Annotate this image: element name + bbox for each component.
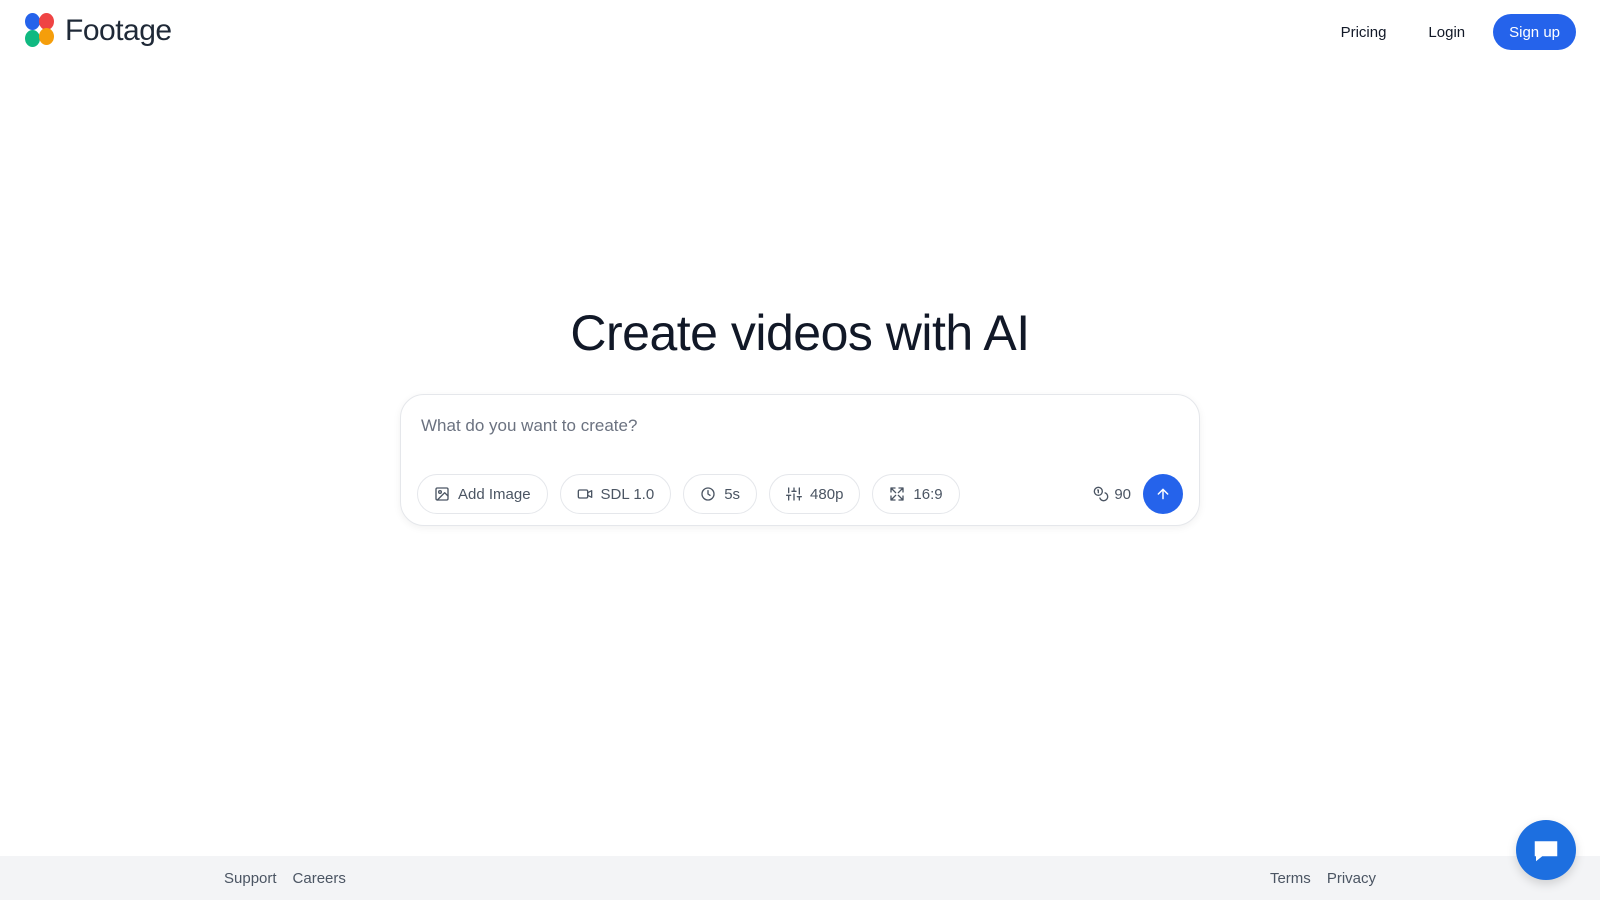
- model-select-button[interactable]: SDL 1.0: [559, 474, 672, 514]
- arrow-up-icon: [1157, 488, 1169, 500]
- terms-link[interactable]: Terms: [1270, 870, 1311, 887]
- submit-button[interactable]: [1143, 474, 1183, 514]
- resolution-select-button[interactable]: 480p: [769, 474, 861, 514]
- expand-icon: [890, 487, 905, 501]
- signup-button[interactable]: Sign up: [1493, 14, 1576, 50]
- aspect-ratio-label: 16:9: [913, 485, 943, 503]
- video-camera-icon: [577, 489, 592, 499]
- generation-options: Add Image SDL 1.0 5s 480p 16:9: [417, 474, 972, 514]
- pricing-link[interactable]: Pricing: [1327, 15, 1401, 50]
- chat-widget-button[interactable]: [1516, 820, 1576, 880]
- support-link[interactable]: Support: [224, 870, 277, 887]
- top-nav: Pricing Login Sign up: [1327, 14, 1576, 50]
- logo-icon: [25, 13, 55, 49]
- add-image-button[interactable]: Add Image: [417, 474, 548, 514]
- credits-value: 90: [1114, 485, 1131, 503]
- image-icon: [435, 487, 449, 501]
- logo-link[interactable]: Footage: [25, 13, 172, 49]
- privacy-link[interactable]: Privacy: [1327, 870, 1376, 887]
- coins-icon: [1093, 486, 1109, 502]
- brand-name: Footage: [65, 14, 172, 47]
- footer-left-links: Support Careers: [224, 856, 346, 900]
- clock-icon: [701, 487, 715, 501]
- add-image-label: Add Image: [458, 485, 531, 503]
- credits-counter: 90: [1093, 474, 1131, 514]
- site-footer: Support Careers Terms Privacy: [0, 856, 1600, 900]
- footer-right-links: Terms Privacy: [1270, 856, 1376, 900]
- site-header: Footage Pricing Login Sign up: [0, 0, 1600, 64]
- login-link[interactable]: Login: [1414, 15, 1479, 50]
- resolution-label: 480p: [810, 485, 844, 503]
- aspect-ratio-select-button[interactable]: 16:9: [872, 474, 960, 514]
- duration-label: 5s: [724, 485, 741, 503]
- prompt-composer: Add Image SDL 1.0 5s 480p 16:9 90: [400, 394, 1200, 526]
- hero-title: Create videos with AI: [570, 305, 1030, 361]
- sliders-icon: [786, 487, 803, 501]
- duration-select-button[interactable]: 5s: [683, 474, 758, 514]
- model-label: SDL 1.0: [600, 485, 655, 503]
- chat-bubble-icon: [1534, 841, 1558, 862]
- prompt-input[interactable]: [421, 409, 1181, 443]
- careers-link[interactable]: Careers: [293, 870, 346, 887]
